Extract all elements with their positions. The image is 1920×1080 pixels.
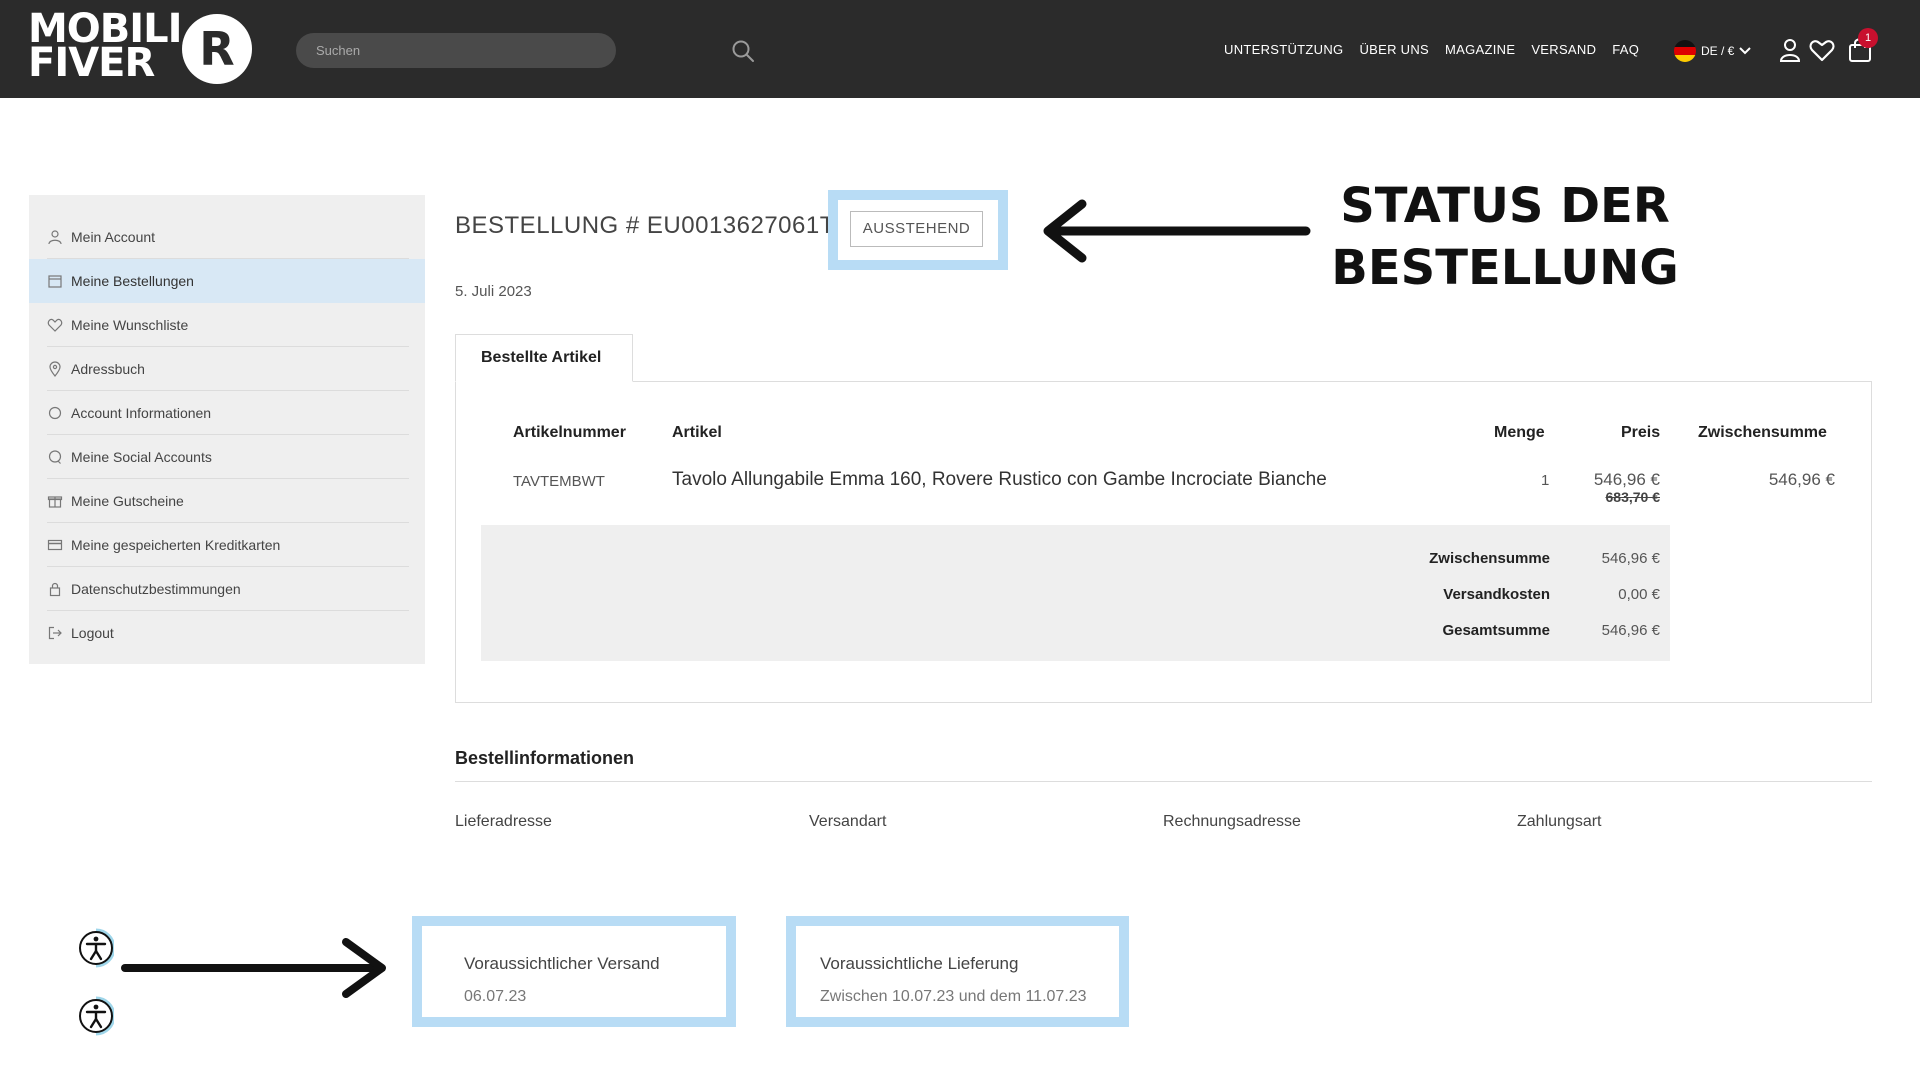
status-annotation-text: STATUS DER BESTELLUNG — [1331, 178, 1679, 296]
logo-mark: R — [182, 14, 252, 84]
language-label: DE / € — [1701, 44, 1735, 58]
sidebar-item-saved-cards[interactable]: Meine gespeicherten Kreditkarten — [47, 523, 409, 567]
totals-subtotal-value: 546,96 € — [1601, 550, 1660, 567]
sidebar-item-my-account[interactable]: Mein Account — [47, 215, 409, 259]
divider — [455, 781, 1872, 782]
column-header-item: Artikel — [672, 424, 722, 441]
expected-delivery-label: Voraussichtliche Lieferung — [820, 954, 1019, 973]
expected-delivery-value: Zwischen 10.07.23 und dem 11.07.23 — [820, 988, 1087, 1005]
totals-grand-total-label: Gesamtsumme — [1442, 622, 1550, 639]
sidebar-item-label: Meine Bestellungen — [71, 273, 194, 289]
sidebar-item-privacy[interactable]: Datenschutzbestimmungen — [47, 567, 409, 611]
sidebar-item-address-book[interactable]: Adressbuch — [47, 347, 409, 391]
row-old-price: 683,70 € — [1605, 489, 1661, 505]
gift-icon — [47, 495, 63, 508]
sidebar-item-wishlist[interactable]: Meine Wunschliste — [47, 303, 409, 347]
credit-card-icon — [47, 539, 63, 550]
sidebar-item-label: Mein Account — [71, 228, 156, 245]
lock-icon — [49, 582, 61, 596]
column-header-sku: Artikelnummer — [513, 424, 626, 441]
totals-subtotal-label: Zwischensumme — [1429, 550, 1550, 567]
column-header-qty: Menge — [1494, 424, 1545, 441]
arrow-left-annotation-icon — [1043, 199, 1311, 263]
sidebar-item-logout[interactable]: Logout — [47, 611, 409, 655]
top-nav: UNTERSTÜTZUNG ÜBER UNS MAGAZINE VERSAND … — [1224, 42, 1639, 57]
info-payment-method: Zahlungsart — [1517, 813, 1602, 830]
row-item-name[interactable]: Tavolo Allungabile Emma 160, Rovere Rust… — [672, 469, 1327, 491]
arrow-right-annotation-icon — [121, 938, 386, 998]
account-icon[interactable] — [1776, 36, 1804, 64]
column-header-price: Preis — [1621, 424, 1661, 441]
tab-ordered-items[interactable]: Bestellte Artikel — [455, 334, 633, 382]
order-info-title: Bestellinformationen — [455, 748, 635, 768]
order-title: BESTELLUNG # EU0013627061T — [455, 212, 835, 239]
expected-delivery-box: Voraussichtliche Lieferung Zwischen 10.0… — [786, 916, 1129, 1027]
expected-shipping-box: Voraussichtlicher Versand 06.07.23 — [412, 916, 736, 1027]
info-billing-address: Rechnungsadresse — [1163, 813, 1301, 830]
order-date: 5. Juli 2023 — [455, 283, 532, 300]
search-icon[interactable] — [730, 38, 756, 64]
sidebar-item-label: Meine Gutscheine — [71, 492, 184, 509]
chat-icon — [48, 449, 62, 464]
accessibility-icon[interactable] — [78, 996, 114, 1036]
user-icon — [48, 229, 62, 244]
search-input[interactable] — [296, 33, 616, 68]
map-pin-icon — [49, 360, 61, 377]
logo-line2: FIVER — [28, 40, 155, 86]
row-subtotal: 546,96 € — [1768, 470, 1835, 489]
sidebar-item-vouchers[interactable]: Meine Gutscheine — [47, 479, 409, 523]
nav-about[interactable]: ÜBER UNS — [1359, 42, 1429, 57]
expected-shipping-value: 06.07.23 — [464, 988, 527, 1005]
accessibility-icon[interactable] — [78, 928, 114, 968]
totals-shipping-value: 0,00 € — [1618, 586, 1660, 603]
language-currency-selector[interactable]: DE / € — [1674, 40, 1752, 62]
sidebar-item-label: Logout — [71, 625, 114, 641]
calendar-icon — [48, 275, 62, 288]
sidebar-item-label: Account Informationen — [71, 404, 212, 421]
wishlist-heart-icon[interactable] — [1808, 36, 1836, 64]
sidebar-item-my-orders[interactable]: Meine Bestellungen — [29, 259, 425, 303]
totals-grand-total-value: 546,96 € — [1601, 622, 1660, 639]
sidebar-item-label: Meine gespeicherten Kreditkarten — [71, 536, 281, 553]
site-logo[interactable]: MOBILI FIVER R — [28, 9, 254, 88]
account-sidebar: Mein Account Meine Bestellungen Meine Wu… — [29, 195, 425, 664]
row-price: 546,96 € — [1593, 470, 1660, 489]
nav-support[interactable]: UNTERSTÜTZUNG — [1224, 42, 1343, 57]
nav-magazine[interactable]: MAGAZINE — [1445, 42, 1515, 57]
sidebar-item-label: Datenschutzbestimmungen — [71, 580, 241, 597]
sidebar-item-label: Meine Wunschliste — [71, 316, 189, 333]
heart-icon — [47, 318, 63, 332]
row-qty: 1 — [1541, 472, 1550, 489]
order-status-badge: AUSSTEHEND — [850, 211, 983, 247]
nav-shipping[interactable]: VERSAND — [1531, 42, 1596, 57]
german-flag-icon — [1674, 40, 1696, 62]
expected-shipping-label: Voraussichtlicher Versand — [464, 954, 660, 973]
nav-faq[interactable]: FAQ — [1612, 42, 1639, 57]
row-sku: TAVTEMBWT — [513, 473, 605, 490]
sidebar-item-social-accounts[interactable]: Meine Social Accounts — [47, 435, 409, 479]
sidebar-item-label: Meine Social Accounts — [71, 448, 212, 465]
cart-count-badge: 1 — [1858, 28, 1878, 48]
circle-icon — [48, 406, 62, 419]
column-header-subtotal: Zwischensumme — [1698, 424, 1827, 441]
totals-shipping-label: Versandkosten — [1443, 586, 1550, 603]
top-header: MOBILIFIVER R UNTERSTÜTZUNG ÜBER UNS MAG… — [0, 0, 1920, 98]
chevron-down-icon — [1739, 47, 1752, 55]
logout-icon — [48, 626, 62, 640]
sidebar-item-account-info[interactable]: Account Informationen — [47, 391, 409, 435]
sidebar-item-label: Adressbuch — [71, 360, 145, 377]
info-shipping-method: Versandart — [809, 813, 887, 830]
info-delivery-address: Lieferadresse — [455, 813, 552, 830]
